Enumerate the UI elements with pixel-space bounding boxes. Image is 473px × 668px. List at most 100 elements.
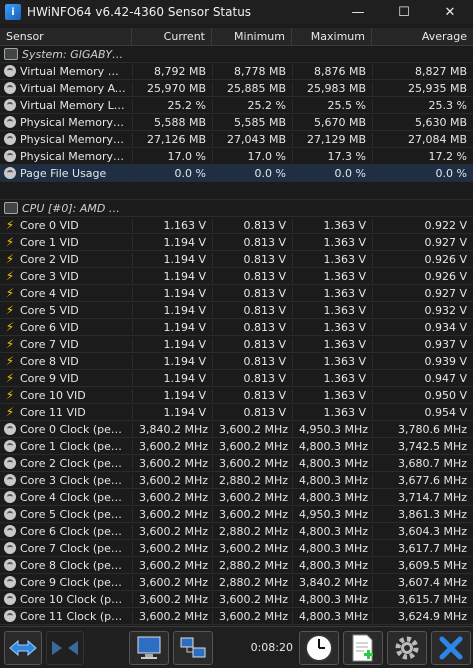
sensor-label: Page File Usage xyxy=(20,166,107,180)
sensor-label: CPU [#0]: AMD Ry... xyxy=(22,201,126,215)
table-row[interactable]: ⚡ Core 2 VID 1.194 V 0.813 V 1.363 V 0.926 V xyxy=(0,251,473,268)
table-row[interactable]: ⚡ Core 3 VID 1.194 V 0.813 V 1.363 V 0.926 V xyxy=(0,268,473,285)
gauge-icon xyxy=(4,610,16,622)
table-row[interactable]: Core 4 Clock (perf ... 3,600.2 MHz 3,600.2… xyxy=(0,489,473,506)
sensor-group-row[interactable]: System: GIGABYTE ... xyxy=(0,46,473,63)
bolt-icon: ⚡ xyxy=(5,405,15,419)
close-window-button[interactable]: ✕ xyxy=(427,0,473,24)
average-value-cell: 25.3 % xyxy=(372,98,473,112)
sensor-name-cell: ⚡ Core 7 VID xyxy=(0,338,132,351)
average-value-cell: 0.934 V xyxy=(372,320,473,334)
gauge-icon xyxy=(4,99,16,111)
table-row[interactable]: ⚡ Core 1 VID 1.194 V 0.813 V 1.363 V 0.927 V xyxy=(0,234,473,251)
table-row[interactable]: Core 10 Clock (perf... 3,600.2 MHz 3,600.2… xyxy=(0,591,473,608)
average-value-cell: 3,780.6 MHz xyxy=(372,422,473,436)
sensor-name-cell: Core 1 Clock (perf ... xyxy=(0,440,132,453)
table-row[interactable]: Core 1 Clock (perf ... 3,600.2 MHz 3,600.2… xyxy=(0,438,473,455)
table-row[interactable]: Core 3 Clock (perf ... 3,600.2 MHz 2,880.2… xyxy=(0,472,473,489)
table-row[interactable]: ⚡ Core 5 VID 1.194 V 0.813 V 1.363 V 0.932 V xyxy=(0,302,473,319)
minimum-value-cell: 5,585 MB xyxy=(212,115,292,129)
column-sensor[interactable]: Sensor xyxy=(0,28,132,45)
current-value-cell: 3,840.2 MHz xyxy=(132,422,212,436)
average-value-cell: 3,861.3 MHz xyxy=(372,507,473,521)
column-current[interactable]: Current xyxy=(132,28,212,45)
bolt-icon: ⚡ xyxy=(5,371,15,385)
bolt-icon: ⚡ xyxy=(5,235,15,249)
minimize-button[interactable]: — xyxy=(335,0,381,24)
minimum-value-cell: 3,600.2 MHz xyxy=(212,592,292,606)
title-bar: i HWiNFO64 v6.42-4360 Sensor Status — ☐ … xyxy=(0,0,473,24)
current-value-cell: 1.194 V xyxy=(132,337,212,351)
table-row[interactable]: Virtual Memory Load 25.2 % 25.2 % 25.5 % 25.… xyxy=(0,97,473,114)
gauge-icon xyxy=(4,457,16,469)
sensor-name-cell: ⚡ Core 9 VID xyxy=(0,372,132,385)
table-row[interactable]: ⚡ Core 4 VID 1.194 V 0.813 V 1.363 V 0.927 V xyxy=(0,285,473,302)
sensor-name-cell: Physical Memory Load xyxy=(0,150,132,163)
table-row[interactable]: ⚡ Core 7 VID 1.194 V 0.813 V 1.363 V 0.937 V xyxy=(0,336,473,353)
maximum-value-cell: 1.363 V xyxy=(292,218,372,232)
table-row[interactable]: Core 2 Clock (perf ... 3,600.2 MHz 3,600.2… xyxy=(0,455,473,472)
current-value-cell: 3,600.2 MHz xyxy=(132,473,212,487)
gauge-icon xyxy=(4,82,16,94)
sensor-name-cell: ⚡ Core 2 VID xyxy=(0,253,132,266)
current-value-cell: 3,600.2 MHz xyxy=(132,592,212,606)
report-button[interactable] xyxy=(343,630,383,665)
settings-button[interactable] xyxy=(387,630,427,665)
sensor-label: Virtual Memory Load xyxy=(20,98,126,112)
network-button[interactable] xyxy=(173,630,213,665)
table-row[interactable]: Physical Memory Load17.0 %17.0 %17.3 %17… xyxy=(0,148,473,165)
sensor-group-row[interactable]: CPU [#0]: AMD Ry... xyxy=(0,200,473,217)
average-value-cell: 3,714.7 MHz xyxy=(372,490,473,504)
table-row[interactable]: Core 5 Clock (perf ... 3,600.2 MHz 3,600.2… xyxy=(0,506,473,523)
average-value-cell: 17.2 % xyxy=(372,149,473,163)
table-row[interactable]: ⚡ Core 6 VID 1.194 V 0.813 V 1.363 V 0.934 V xyxy=(0,319,473,336)
gauge-icon xyxy=(4,593,16,605)
exit-button[interactable] xyxy=(431,630,471,665)
gauge-icon xyxy=(4,474,16,486)
minimum-value-cell: 0.813 V xyxy=(212,320,292,334)
minimum-value-cell: 0.813 V xyxy=(212,388,292,402)
elapsed-timer: 0:08:20 xyxy=(250,641,293,654)
table-row[interactable]: Core 0 Clock (perf ... 3,840.2 MHz 3,600.2… xyxy=(0,421,473,438)
average-value-cell: 3,604.3 MHz xyxy=(372,524,473,538)
clock-button[interactable] xyxy=(299,630,339,665)
table-row[interactable]: Core 6 Clock (perf ... 3,600.2 MHz 2,880.2… xyxy=(0,523,473,540)
gauge-icon xyxy=(4,491,16,503)
minimum-value-cell: 3,600.2 MHz xyxy=(212,456,292,470)
column-maximum[interactable]: Maximum xyxy=(292,28,372,45)
average-value-cell: 0.927 V xyxy=(372,286,473,300)
sensor-label: Core 6 VID xyxy=(20,320,79,334)
minimum-value-cell: 25,885 MB xyxy=(212,81,292,95)
table-row[interactable]: Page File Usage 0.0 % 0.0 % 0.0 % 0.0 % xyxy=(0,165,473,182)
sensor-name-cell: ⚡ Core 6 VID xyxy=(0,321,132,334)
table-row[interactable]: Virtual Memory Co... 8,792 MB 8,778 MB 8,87… xyxy=(0,63,473,80)
sensor-name-cell: ⚡ Core 10 VID xyxy=(0,389,132,402)
table-row[interactable]: ⚡ Core 11 VID 1.194 V 0.813 V 1.363 V 0.954 V xyxy=(0,404,473,421)
sensor-table[interactable]: System: GIGABYTE ... Virtual Memory Co...… xyxy=(0,46,473,626)
table-row[interactable]: Core 8 Clock (perf ... 3,600.2 MHz 2,880.2… xyxy=(0,557,473,574)
table-row[interactable]: ⚡ Core 0 VID 1.163 V 0.813 V 1.363 V 0.922 V xyxy=(0,217,473,234)
table-row[interactable]: Physical Memory A... 27,126 MB 27,043 MB 27… xyxy=(0,131,473,148)
table-row[interactable]: Core 9 Clock (perf ... 3,600.2 MHz 2,880.2… xyxy=(0,574,473,591)
navigate-arrows-button[interactable] xyxy=(4,630,42,665)
bolt-icon: ⚡ xyxy=(5,269,15,283)
table-row[interactable]: Core 11 Clock (perf... 3,600.2 MHz 3,600.2… xyxy=(0,608,473,625)
table-row[interactable]: ⚡ Core 10 VID 1.194 V 0.813 V 1.363 V 0.950 V xyxy=(0,387,473,404)
column-minimum[interactable]: Minimum xyxy=(212,28,292,45)
minimum-value-cell: 3,600.2 MHz xyxy=(212,439,292,453)
sensor-name-cell: ⚡ Core 4 VID xyxy=(0,287,132,300)
table-row[interactable]: ⚡ Core 8 VID 1.194 V 0.813 V 1.363 V 0.939 V xyxy=(0,353,473,370)
collapse-arrows-button[interactable] xyxy=(46,630,84,665)
average-value-cell: 0.939 V xyxy=(372,354,473,368)
maximize-button[interactable]: ☐ xyxy=(381,0,427,24)
column-average[interactable]: Average xyxy=(372,28,473,45)
average-value-cell: 27,084 MB xyxy=(372,132,473,146)
bolt-icon: ⚡ xyxy=(5,337,15,351)
table-row[interactable]: Virtual Memory Ava...25,970 MB25,885 MB2… xyxy=(0,80,473,97)
table-row[interactable]: ⚡ Core 9 VID 1.194 V 0.813 V 1.363 V 0.947 V xyxy=(0,370,473,387)
average-value-cell: 3,624.9 MHz xyxy=(372,609,473,623)
table-row[interactable]: Physical Memory Used 5,588 MB5,585 MB5,67… xyxy=(0,114,473,131)
monitor-button[interactable] xyxy=(129,630,169,665)
table-row[interactable]: Core 7 Clock (perf ... 3,600.2 MHz 3,600.2… xyxy=(0,540,473,557)
average-value-cell: 0.932 V xyxy=(372,303,473,317)
